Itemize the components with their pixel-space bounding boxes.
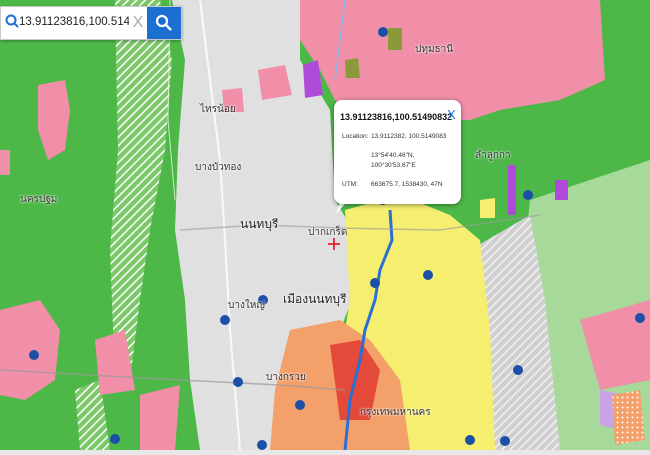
- transit-icon: [110, 434, 120, 444]
- map-label-pathum-thani: ปทุมธานี: [415, 44, 454, 55]
- residential-patch-edge: [0, 150, 10, 175]
- map-label-bang-kruai: บางกรวย: [266, 372, 306, 383]
- transit-icon: [513, 365, 523, 375]
- transit-icon: [370, 278, 380, 288]
- utm-value: 663675.7, 1538430, 47N: [371, 181, 443, 188]
- transit-icon: [257, 440, 267, 450]
- map-label-lam-luk-ka: ลำลูกกา: [475, 150, 511, 161]
- coordinate-search-bar: X: [0, 6, 182, 40]
- transit-icon: [500, 436, 510, 446]
- location-popup: 13.91123816,100.51490832 X Location: 13.…: [334, 100, 461, 204]
- transit-icon: [523, 190, 533, 200]
- olive-patch-2: [345, 58, 360, 78]
- map-label-sai-noi: ไทรน้อย: [200, 104, 236, 115]
- industrial-patch-3: [555, 180, 568, 200]
- dms-latitude-value: 13°54'40.46"N,: [371, 152, 415, 159]
- popup-title: 13.91123816,100.51490832: [340, 112, 453, 122]
- search-icon: [155, 14, 172, 31]
- transit-icon: [220, 315, 230, 325]
- coordinate-search-input[interactable]: [19, 8, 129, 36]
- map-label-bang-bua-thong: บางบัวทอง: [195, 162, 242, 173]
- map-label-bang-yai: บางใหญ่: [228, 300, 265, 311]
- transit-icon: [465, 435, 475, 445]
- search-button[interactable]: [147, 7, 181, 39]
- location-label: Location:: [342, 133, 369, 140]
- residential-patch-w4: [140, 385, 180, 450]
- dms-longitude-value: 100°30'53.67"E: [371, 162, 416, 169]
- map-label-nakhon-pathom: นครปฐม: [20, 194, 58, 205]
- transit-icon: [378, 27, 388, 37]
- transit-icon: [635, 313, 645, 323]
- map-label-nonthaburi: นนทบุรี: [240, 217, 279, 231]
- map-label-pak-kret: ปากเกร็ด: [308, 227, 348, 238]
- industrial-patch-2: [508, 165, 516, 215]
- special-zone-dots: [612, 390, 645, 445]
- utm-label: UTM:: [342, 181, 358, 188]
- transit-icon: [295, 400, 305, 410]
- olive-patch-1: [388, 28, 402, 50]
- transit-icon: [423, 270, 433, 280]
- map-label-bangkok: กรุงเทพมหานคร: [360, 407, 431, 418]
- close-popup-button[interactable]: X: [447, 107, 456, 122]
- map-label-mueang-nonthaburi: เมืองนนทบุรี: [283, 292, 347, 306]
- zoning-map[interactable]: นนทบุรี ปากเกร็ด เมืองนนทบุรี บางใหญ่ บา…: [0, 0, 650, 451]
- transit-icon: [29, 350, 39, 360]
- transit-icon: [233, 377, 243, 387]
- clear-search-button[interactable]: X: [129, 11, 147, 35]
- location-value: 13.9112382, 100.5149083: [371, 133, 447, 140]
- yellow-patch-ne: [480, 198, 495, 218]
